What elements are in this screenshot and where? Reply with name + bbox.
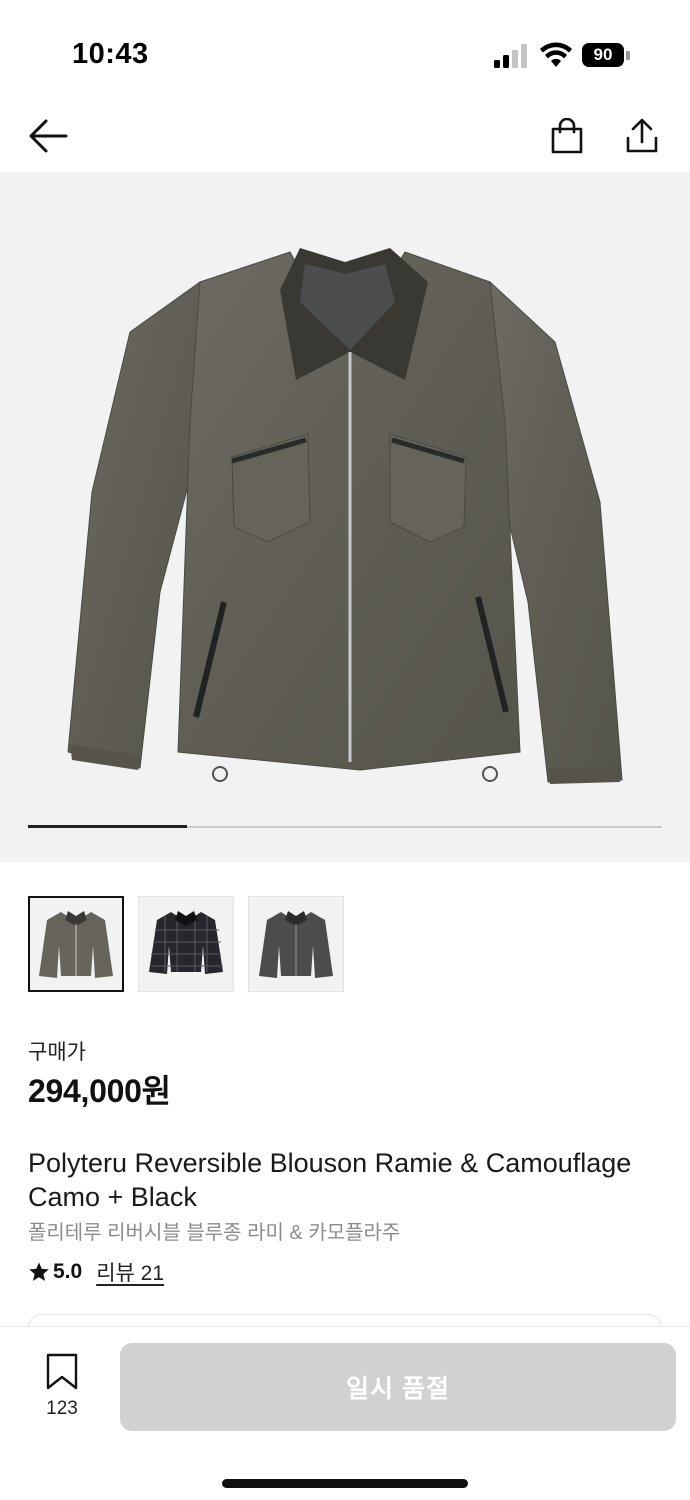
battery-level: 90 [582, 43, 624, 67]
rating-value: 5.0 [53, 1260, 83, 1283]
back-button[interactable] [24, 112, 72, 160]
back-arrow-icon [29, 119, 68, 153]
star-icon [29, 1262, 49, 1281]
bookmark-icon [46, 1353, 78, 1390]
camo-jacket-thumbnail-image [39, 911, 113, 978]
product-title-english: Polyteru Reversible Blouson Ramie & Camo… [28, 1148, 632, 1212]
shopping-bag-icon [551, 118, 583, 154]
shopping-bag-button[interactable] [543, 112, 591, 160]
gallery-progress-fill [28, 825, 187, 828]
battery-icon: 90 [582, 43, 630, 67]
thumbnail-camo-jacket[interactable] [28, 896, 124, 992]
thumbnail-black-side-jacket[interactable] [248, 896, 344, 992]
rating-row: 5.0 리뷰 21 [28, 1257, 164, 1287]
product-title-korean: 폴리테루 리버시블 블루종 라미 & 카모플라주 [28, 1222, 401, 1244]
review-count-link[interactable]: 리뷰 21 [96, 1257, 164, 1287]
bookmark-button[interactable]: 123 [36, 1353, 88, 1423]
bottom-action-bar: 123 일시 품절 [0, 1326, 690, 1500]
plaid-jacket-thumbnail-image [149, 911, 223, 974]
wifi-icon [540, 42, 572, 67]
sold-out-button[interactable]: 일시 품절 [120, 1343, 676, 1431]
thumbnail-plaid-jacket[interactable] [138, 896, 234, 992]
black-side-jacket-thumbnail-image [259, 911, 333, 978]
product-price: 294,000원 [28, 1073, 171, 1109]
price-label: 구매가 [28, 1041, 86, 1064]
gallery-progress-bar [28, 825, 662, 828]
jacket-product-image [67, 248, 623, 784]
cellular-signal-icon [494, 44, 527, 68]
share-button[interactable] [618, 112, 666, 160]
share-icon [626, 118, 658, 153]
bookmark-count: 123 [46, 1398, 78, 1419]
home-indicator [222, 1479, 468, 1488]
status-bar: 10:43 90 [0, 0, 690, 100]
top-nav [0, 100, 690, 172]
product-image-gallery[interactable] [0, 172, 690, 862]
thumbnail-strip [28, 896, 344, 992]
status-time: 10:43 [72, 38, 149, 70]
